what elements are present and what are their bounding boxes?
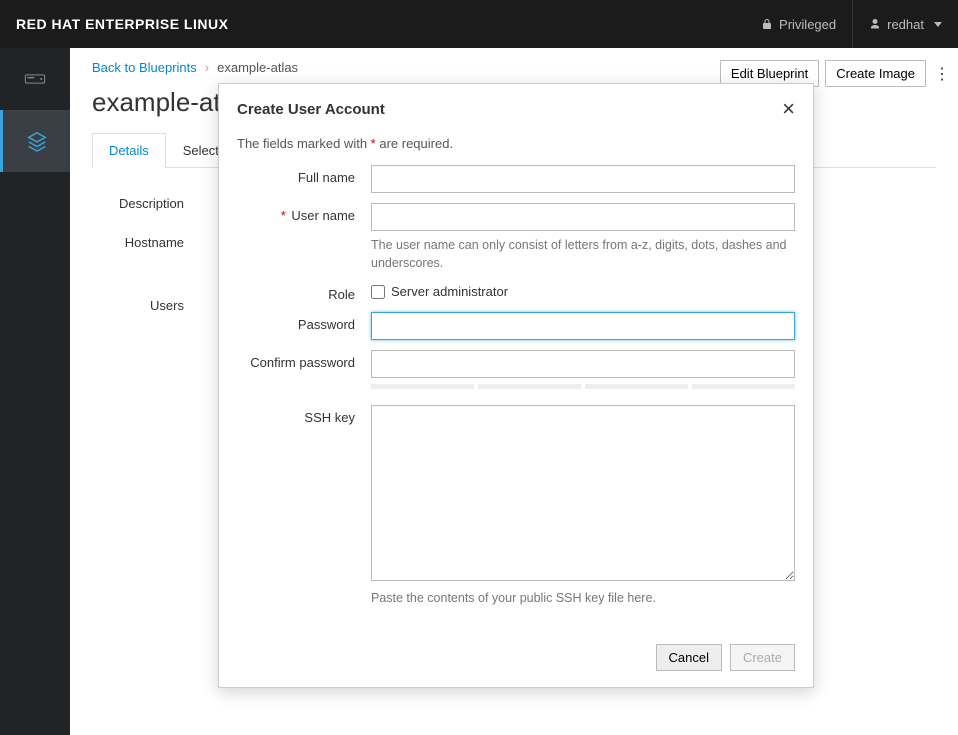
password-strength-meter (371, 384, 795, 389)
tab-details[interactable]: Details (92, 133, 166, 168)
privileged-indicator[interactable]: Privileged (745, 0, 852, 48)
chevron-down-icon (934, 22, 942, 27)
hostname-label: Hostname (92, 235, 202, 250)
users-label: Users (92, 298, 202, 313)
server-admin-checkbox[interactable] (371, 285, 385, 299)
create-image-button[interactable]: Create Image (825, 60, 926, 87)
role-label: Role (237, 282, 371, 302)
full-name-label: Full name (237, 165, 371, 185)
username-label: redhat (887, 17, 924, 32)
password-input[interactable] (371, 312, 795, 340)
user-menu[interactable]: redhat (852, 0, 958, 48)
confirm-password-input[interactable] (371, 350, 795, 378)
password-label: Password (237, 312, 371, 332)
ssh-key-textarea[interactable] (371, 405, 795, 581)
user-name-label: * User name (237, 203, 371, 223)
layers-icon (26, 130, 48, 152)
user-name-hint: The user name can only consist of letter… (371, 237, 795, 272)
breadcrumb-separator: › (205, 60, 209, 75)
ssh-key-hint: Paste the contents of your public SSH ke… (371, 590, 795, 608)
ssh-key-label: SSH key (237, 405, 371, 425)
lock-icon (761, 18, 773, 30)
kebab-menu[interactable]: ⋮ (932, 64, 952, 84)
sidebar (0, 48, 70, 735)
breadcrumb-back-link[interactable]: Back to Blueprints (92, 60, 197, 75)
close-icon[interactable]: × (782, 98, 795, 120)
user-icon (869, 18, 881, 30)
server-admin-label: Server administrator (391, 284, 508, 299)
top-bar: RED HAT ENTERPRISE LINUX Privileged redh… (0, 0, 958, 48)
breadcrumb-current: example-atlas (217, 60, 298, 75)
description-label: Description (92, 196, 202, 211)
product-title: RED HAT ENTERPRISE LINUX (16, 16, 228, 32)
user-name-input[interactable] (371, 203, 795, 231)
server-icon (24, 68, 46, 90)
full-name-input[interactable] (371, 165, 795, 193)
cancel-button[interactable]: Cancel (656, 644, 722, 671)
create-user-modal: Create User Account × The fields marked … (218, 83, 814, 688)
create-button[interactable]: Create (730, 644, 795, 671)
required-note: The fields marked with * are required. (237, 136, 795, 151)
privileged-label: Privileged (779, 17, 836, 32)
sidebar-item-blueprints[interactable] (0, 110, 70, 172)
modal-title: Create User Account (237, 101, 385, 118)
confirm-password-label: Confirm password (237, 350, 371, 370)
sidebar-item-system[interactable] (0, 48, 70, 110)
